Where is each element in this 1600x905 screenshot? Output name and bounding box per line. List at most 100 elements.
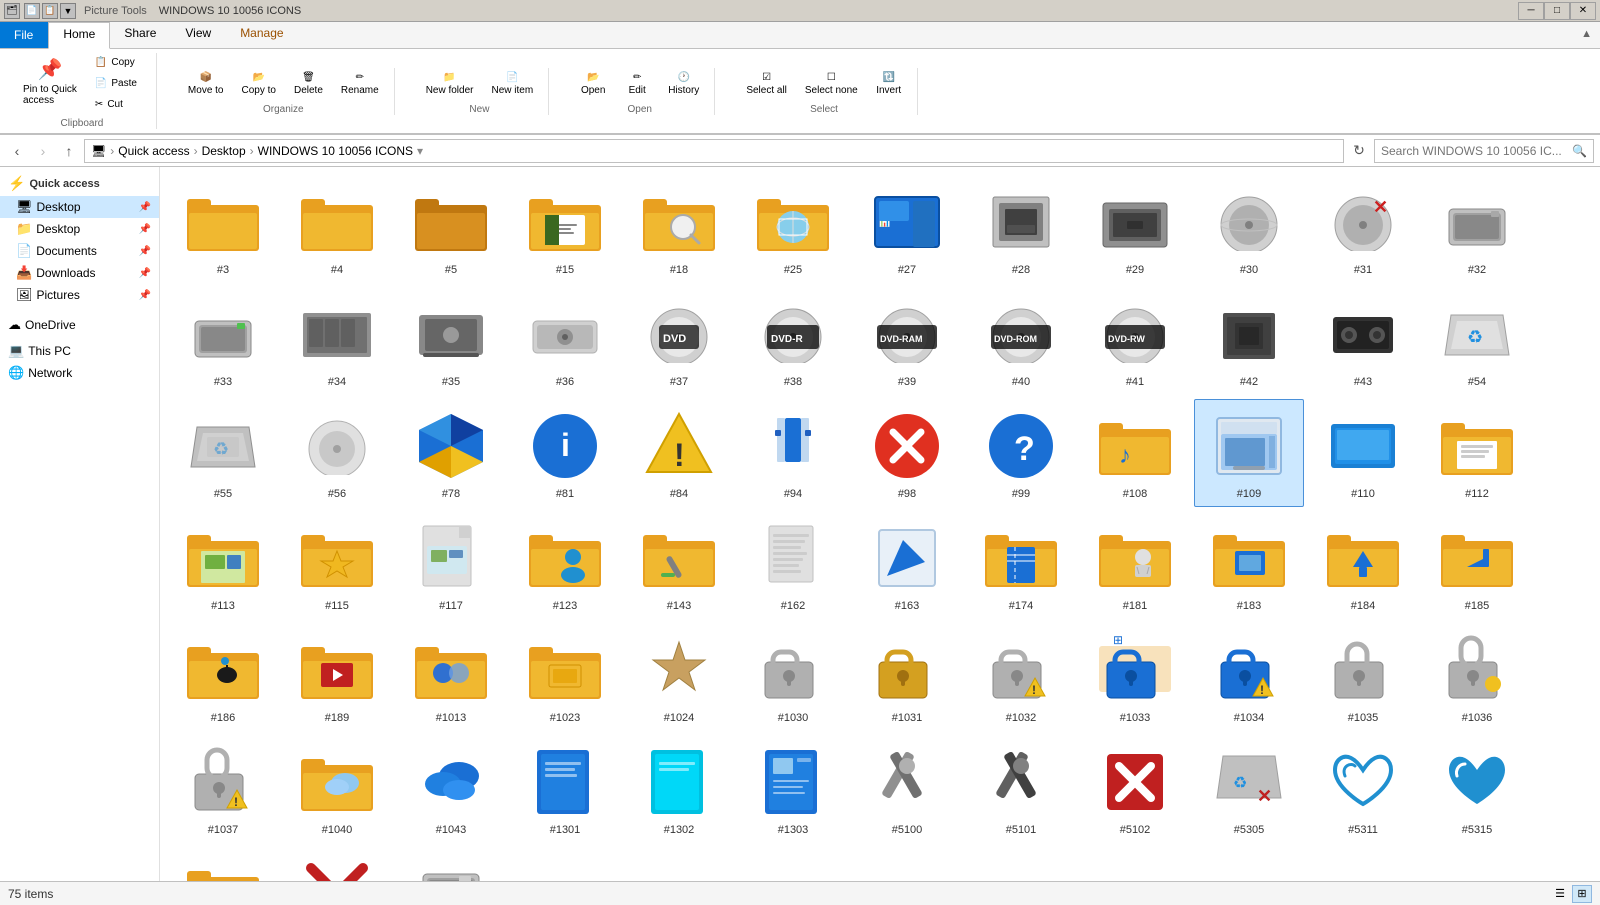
sidebar-quick-access[interactable]: ⚡ Quick access (0, 171, 159, 196)
file-item-1303[interactable]: #1303 (738, 735, 848, 843)
file-item-43[interactable]: #43 (1308, 287, 1418, 395)
ribbon-cut-btn[interactable]: ✂Cut (88, 95, 148, 114)
file-item-38[interactable]: DVD-R #38 (738, 287, 848, 395)
file-item-123[interactable]: #123 (510, 511, 620, 619)
quick-access-toolbar-props[interactable]: 📋 (42, 3, 58, 19)
file-item-1040[interactable]: #1040 (282, 735, 392, 843)
file-item-5[interactable]: #5 (396, 175, 506, 283)
breadcrumb-current[interactable]: WINDOWS 10 10056 ICONS (258, 144, 413, 158)
file-item-40[interactable]: DVD-ROM #40 (966, 287, 1076, 395)
back-button[interactable]: ‹ (6, 140, 28, 162)
ribbon-history-btn[interactable]: 🕐History (661, 68, 706, 100)
sidebar-item-desktop1[interactable]: 🖥 Desktop 📌 (0, 196, 159, 218)
file-item-5311[interactable]: #5311 (1308, 735, 1418, 843)
file-item-1030[interactable]: #1030 (738, 623, 848, 731)
up-button[interactable]: ↑ (58, 140, 80, 162)
tab-file[interactable]: File (0, 22, 48, 48)
file-item-189[interactable]: #189 (282, 623, 392, 731)
maximize-button[interactable]: □ (1544, 2, 1570, 20)
file-item-81[interactable]: i #81 (510, 399, 620, 507)
file-item-183[interactable]: #183 (1194, 511, 1304, 619)
ribbon-rename-btn[interactable]: ✏Rename (334, 68, 386, 100)
ribbon-move-btn[interactable]: 📦Move to (181, 68, 231, 100)
minimize-button[interactable]: ─ (1518, 2, 1544, 20)
file-item-5305[interactable]: ♻ ✕ #5305 (1194, 735, 1304, 843)
file-item-174[interactable]: #174 (966, 511, 1076, 619)
file-item-15[interactable]: #15 (510, 175, 620, 283)
file-item-56[interactable]: #56 (282, 399, 392, 507)
file-item-185[interactable]: #185 (1422, 511, 1532, 619)
file-item-41[interactable]: DVD-RW #41 (1080, 287, 1190, 395)
file-item-1023[interactable]: #1023 (510, 623, 620, 731)
search-icon[interactable]: 🔍 (1572, 144, 1587, 158)
ribbon-paste-btn[interactable]: 📄Paste (88, 74, 148, 93)
tab-manage[interactable]: Manage (226, 22, 298, 48)
file-item-33[interactable]: #33 (168, 287, 278, 395)
breadcrumb-desktop[interactable]: Desktop (202, 144, 246, 158)
file-item-1031[interactable]: #1031 (852, 623, 962, 731)
file-item-5100[interactable]: #5100 (852, 735, 962, 843)
file-item-113[interactable]: #113 (168, 511, 278, 619)
file-item-3[interactable]: #3 (168, 175, 278, 283)
file-item-98[interactable]: #98 (852, 399, 962, 507)
file-item-30[interactable]: #30 (1194, 175, 1304, 283)
ribbon-selectall-btn[interactable]: ☑Select all (739, 68, 794, 100)
ribbon-delete-btn[interactable]: 🗑Delete (287, 68, 330, 100)
file-item-27[interactable]: 📊 #27 (852, 175, 962, 283)
file-item-5379[interactable]: ✕ #5379 (396, 847, 506, 881)
file-item-163[interactable]: #163 (852, 511, 962, 619)
file-item-5101[interactable]: #5101 (966, 735, 1076, 843)
file-item-31[interactable]: ✕ #31 (1308, 175, 1418, 283)
file-item-115[interactable]: #115 (282, 511, 392, 619)
file-item-1036[interactable]: #1036 (1422, 623, 1532, 731)
tab-home[interactable]: Home (48, 22, 110, 49)
file-item-28[interactable]: #28 (966, 175, 1076, 283)
sidebar-item-network[interactable]: 🌐 Network (0, 362, 159, 384)
file-item-1043[interactable]: #1043 (396, 735, 506, 843)
ribbon-newfolder-btn[interactable]: 📁New folder (419, 68, 481, 100)
file-item-162[interactable]: #162 (738, 511, 848, 619)
tab-view[interactable]: View (171, 22, 226, 48)
sidebar-item-pictures[interactable]: 🖼 Pictures 📌 (0, 284, 159, 306)
file-item-112[interactable]: #112 (1422, 399, 1532, 507)
search-box[interactable]: 🔍 (1374, 139, 1594, 163)
breadcrumb-quickaccess[interactable]: Quick access (118, 144, 189, 158)
file-item-78[interactable]: #78 (396, 399, 506, 507)
file-item-37[interactable]: DVD #37 (624, 287, 734, 395)
file-item-5325[interactable]: #5325 (168, 847, 278, 881)
file-item-184[interactable]: #184 (1308, 511, 1418, 619)
file-item-99[interactable]: ? #99 (966, 399, 1076, 507)
file-item-1037[interactable]: ! #1037 (168, 735, 278, 843)
quick-access-toolbar-new[interactable]: 📄 (24, 3, 40, 19)
file-item-35[interactable]: #35 (396, 287, 506, 395)
quick-access-toolbar-down[interactable]: ▼ (60, 3, 76, 19)
ribbon-selectnone-btn[interactable]: ☐Select none (798, 68, 865, 100)
file-item-5337[interactable]: #5337 (282, 847, 392, 881)
ribbon-edit-btn[interactable]: ✏Edit (617, 68, 657, 100)
file-item-32[interactable]: #32 (1422, 175, 1532, 283)
search-input[interactable] (1381, 144, 1568, 158)
file-item-1024[interactable]: #1024 (624, 623, 734, 731)
ribbon-open-btn[interactable]: 📂Open (573, 68, 613, 100)
ribbon-pin-btn[interactable]: 📌 Pin to Quickaccess (16, 53, 84, 114)
file-item-84[interactable]: ! #84 (624, 399, 734, 507)
file-item-1032[interactable]: ! #1032 (966, 623, 1076, 731)
forward-button[interactable]: › (32, 140, 54, 162)
file-item-36[interactable]: #36 (510, 287, 620, 395)
file-item-1301[interactable]: #1301 (510, 735, 620, 843)
breadcrumb[interactable]: 🖥 › Quick access › Desktop › WINDOWS 10 … (84, 139, 1344, 163)
file-item-29[interactable]: #29 (1080, 175, 1190, 283)
file-item-109[interactable]: #109 (1194, 399, 1304, 507)
file-item-186[interactable]: #186 (168, 623, 278, 731)
file-item-1034[interactable]: ! #1034 (1194, 623, 1304, 731)
file-item-42[interactable]: #42 (1194, 287, 1304, 395)
tab-share[interactable]: Share (110, 22, 171, 48)
large-icons-view-button[interactable]: ⊞ (1572, 885, 1592, 903)
file-item-110[interactable]: #110 (1308, 399, 1418, 507)
ribbon-copy-btn[interactable]: 📋Copy (88, 53, 148, 72)
file-item-25[interactable]: #25 (738, 175, 848, 283)
file-item-143[interactable]: #143 (624, 511, 734, 619)
ribbon-collapse[interactable]: ▲ (1573, 22, 1600, 48)
sidebar-item-thispc[interactable]: 💻 This PC (0, 340, 159, 362)
file-item-117[interactable]: #117 (396, 511, 506, 619)
